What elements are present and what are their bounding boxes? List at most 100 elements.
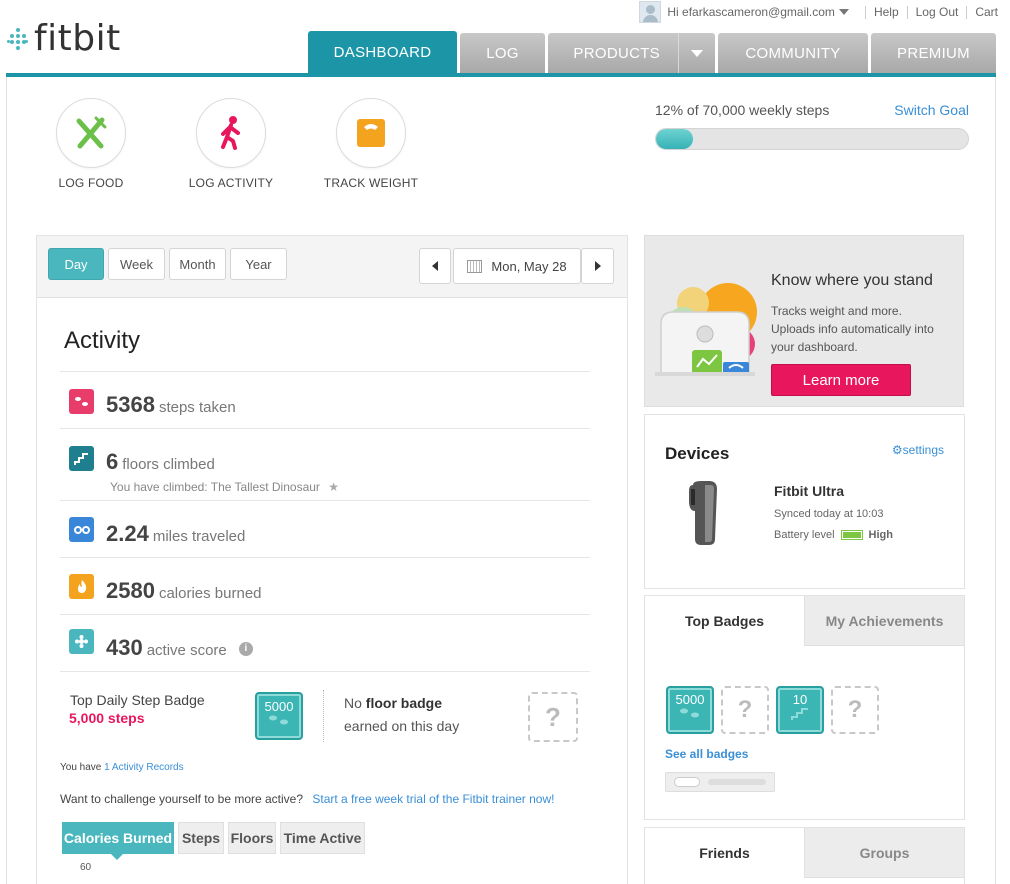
divider bbox=[966, 5, 968, 19]
plug-icon bbox=[674, 777, 700, 787]
chart-tab-steps[interactable]: Steps bbox=[178, 822, 224, 854]
badges-card: Top Badges My Achievements 5000 ? 10 ? S… bbox=[644, 595, 965, 820]
range-day-button[interactable]: Day bbox=[48, 248, 104, 280]
floors-unit: floors climbed bbox=[122, 456, 215, 473]
switch-goal-link[interactable]: Switch Goal bbox=[894, 102, 969, 118]
tab-dashboard[interactable]: DASHBOARD bbox=[308, 31, 457, 73]
chart-tab-time-active[interactable]: Time Active bbox=[280, 822, 365, 854]
footprints-icon bbox=[680, 708, 699, 718]
tab-groups[interactable]: Groups bbox=[805, 828, 964, 878]
calories-value: 2580 calories burned bbox=[106, 578, 262, 603]
flame-icon bbox=[69, 574, 94, 599]
logout-link[interactable]: Log Out bbox=[916, 5, 959, 19]
badge-5000-steps[interactable]: 5000 bbox=[255, 692, 303, 740]
user-greeting[interactable]: Hi efarkascameron@gmail.com bbox=[667, 5, 835, 19]
star-icon[interactable]: ★ bbox=[328, 480, 339, 494]
floors-achievement: You have climbed: The Tallest Dinosaur ★ bbox=[110, 480, 340, 494]
see-all-badges-link[interactable]: See all badges bbox=[665, 747, 748, 761]
stairs-icon bbox=[69, 446, 94, 471]
activity-records-link[interactable]: 1 Activity Records bbox=[104, 762, 183, 773]
tab-community[interactable]: COMMUNITY bbox=[718, 33, 868, 73]
badge-label: 10 bbox=[792, 692, 808, 707]
widget-bar bbox=[708, 779, 766, 785]
step-badge-value: 5,000 steps bbox=[69, 710, 145, 726]
prev-day-button[interactable] bbox=[419, 248, 451, 284]
badge-10-floors[interactable]: 10 bbox=[776, 686, 824, 734]
range-year-button[interactable]: Year bbox=[230, 248, 287, 280]
chart-tab-floors[interactable]: Floors bbox=[228, 822, 276, 854]
aria-scale-illustration bbox=[655, 283, 757, 376]
steps-unit: steps taken bbox=[158, 399, 236, 416]
distance-unit: miles traveled bbox=[152, 528, 246, 545]
date-toolbar: Day Week Month Year Mon, May 28 bbox=[37, 236, 627, 298]
badge-5000-steps[interactable]: 5000 bbox=[666, 686, 714, 734]
log-activity-button[interactable]: LOG ACTIVITY bbox=[181, 98, 281, 190]
active-tab-pointer bbox=[111, 854, 123, 860]
tab-top-badges[interactable]: Top Badges bbox=[645, 596, 805, 646]
floor-badge-text: No floor badge bbox=[344, 695, 443, 711]
calories-unit: calories burned bbox=[158, 585, 262, 602]
chevron-down-icon[interactable] bbox=[838, 9, 849, 15]
device-name: Fitbit Ultra bbox=[774, 483, 844, 499]
cart-link[interactable]: Cart bbox=[975, 5, 998, 19]
fitbit-logo[interactable]: fitbit bbox=[7, 18, 121, 59]
empty-badge: ? bbox=[528, 692, 578, 742]
log-food-button[interactable]: LOG FOOD bbox=[41, 98, 141, 190]
weekly-goal: 12% of 70,000 weekly steps Switch Goal bbox=[655, 102, 969, 150]
chart-axis-label: 60 bbox=[80, 862, 92, 873]
track-weight-button[interactable]: TRACK WEIGHT bbox=[321, 98, 421, 190]
main-nav: DASHBOARD LOG PRODUCTS COMMUNITY PREMIUM bbox=[308, 31, 999, 73]
walking-person-icon bbox=[196, 98, 266, 168]
user-bar: Hi efarkascameron@gmail.com Help Log Out… bbox=[639, 1, 998, 23]
goal-progress-fill bbox=[656, 129, 694, 149]
stairs-icon bbox=[791, 708, 808, 720]
chart-tab-calories[interactable]: Calories Burned bbox=[62, 822, 174, 854]
divider bbox=[678, 33, 679, 73]
activity-records: You have 1 Activity Records bbox=[60, 762, 184, 773]
help-link[interactable]: Help bbox=[874, 5, 899, 19]
share-badges-widget[interactable] bbox=[665, 772, 775, 792]
tab-my-achievements[interactable]: My Achievements bbox=[805, 596, 964, 646]
devices-title: Devices bbox=[665, 444, 730, 463]
device-settings-link[interactable]: ⚙settings bbox=[892, 443, 944, 457]
badge-label: 5000 bbox=[675, 692, 705, 707]
gear-icon: ⚙ bbox=[891, 443, 903, 457]
step-badge-title: Top Daily Step Badge bbox=[70, 692, 205, 708]
aria-promo: Know where you stand Tracks weight and m… bbox=[644, 235, 964, 407]
challenge-line: Want to challenge yourself to be more ac… bbox=[60, 792, 555, 806]
flower-icon bbox=[69, 629, 94, 654]
badge-label: 5000 bbox=[264, 699, 294, 714]
tab-premium[interactable]: PREMIUM bbox=[871, 33, 996, 73]
tab-log[interactable]: LOG bbox=[460, 33, 545, 73]
footprints-icon bbox=[69, 389, 94, 414]
divider bbox=[60, 671, 590, 672]
activity-row-distance: 2.24 miles traveled bbox=[60, 500, 590, 557]
date-label: Mon, May 28 bbox=[491, 258, 567, 274]
score-unit: active score bbox=[146, 642, 227, 659]
tab-products[interactable]: PRODUCTS bbox=[548, 33, 715, 73]
avatar[interactable] bbox=[639, 1, 662, 23]
fork-knife-icon bbox=[56, 98, 126, 168]
chevron-down-icon[interactable] bbox=[691, 49, 703, 57]
battery-status: Battery level High bbox=[774, 529, 893, 541]
activity-row-score: 430 active score i bbox=[60, 614, 590, 671]
date-picker[interactable]: Mon, May 28 bbox=[453, 248, 581, 284]
battery-label: Battery level bbox=[774, 529, 835, 541]
info-icon[interactable]: i bbox=[238, 642, 253, 657]
goal-progress-bar bbox=[655, 128, 969, 150]
range-week-button[interactable]: Week bbox=[108, 248, 165, 280]
floor-badge-sub: earned on this day bbox=[344, 718, 460, 734]
social-card: Friends Groups bbox=[644, 827, 965, 884]
learn-more-button[interactable]: Learn more bbox=[771, 364, 911, 396]
promo-title: Know where you stand bbox=[771, 272, 933, 289]
empty-badge: ? bbox=[721, 686, 769, 734]
calendar-icon bbox=[467, 259, 483, 273]
next-day-button[interactable] bbox=[581, 248, 614, 284]
device-synced: Synced today at 10:03 bbox=[774, 508, 884, 520]
promo-body: Tracks weight and more. Uploads info aut… bbox=[771, 304, 934, 354]
battery-value: High bbox=[868, 529, 893, 541]
range-month-button[interactable]: Month bbox=[169, 248, 226, 280]
chevron-left-icon bbox=[432, 261, 438, 271]
trainer-trial-link[interactable]: Start a free week trial of the Fitbit tr… bbox=[312, 792, 554, 806]
tab-friends[interactable]: Friends bbox=[645, 828, 805, 878]
